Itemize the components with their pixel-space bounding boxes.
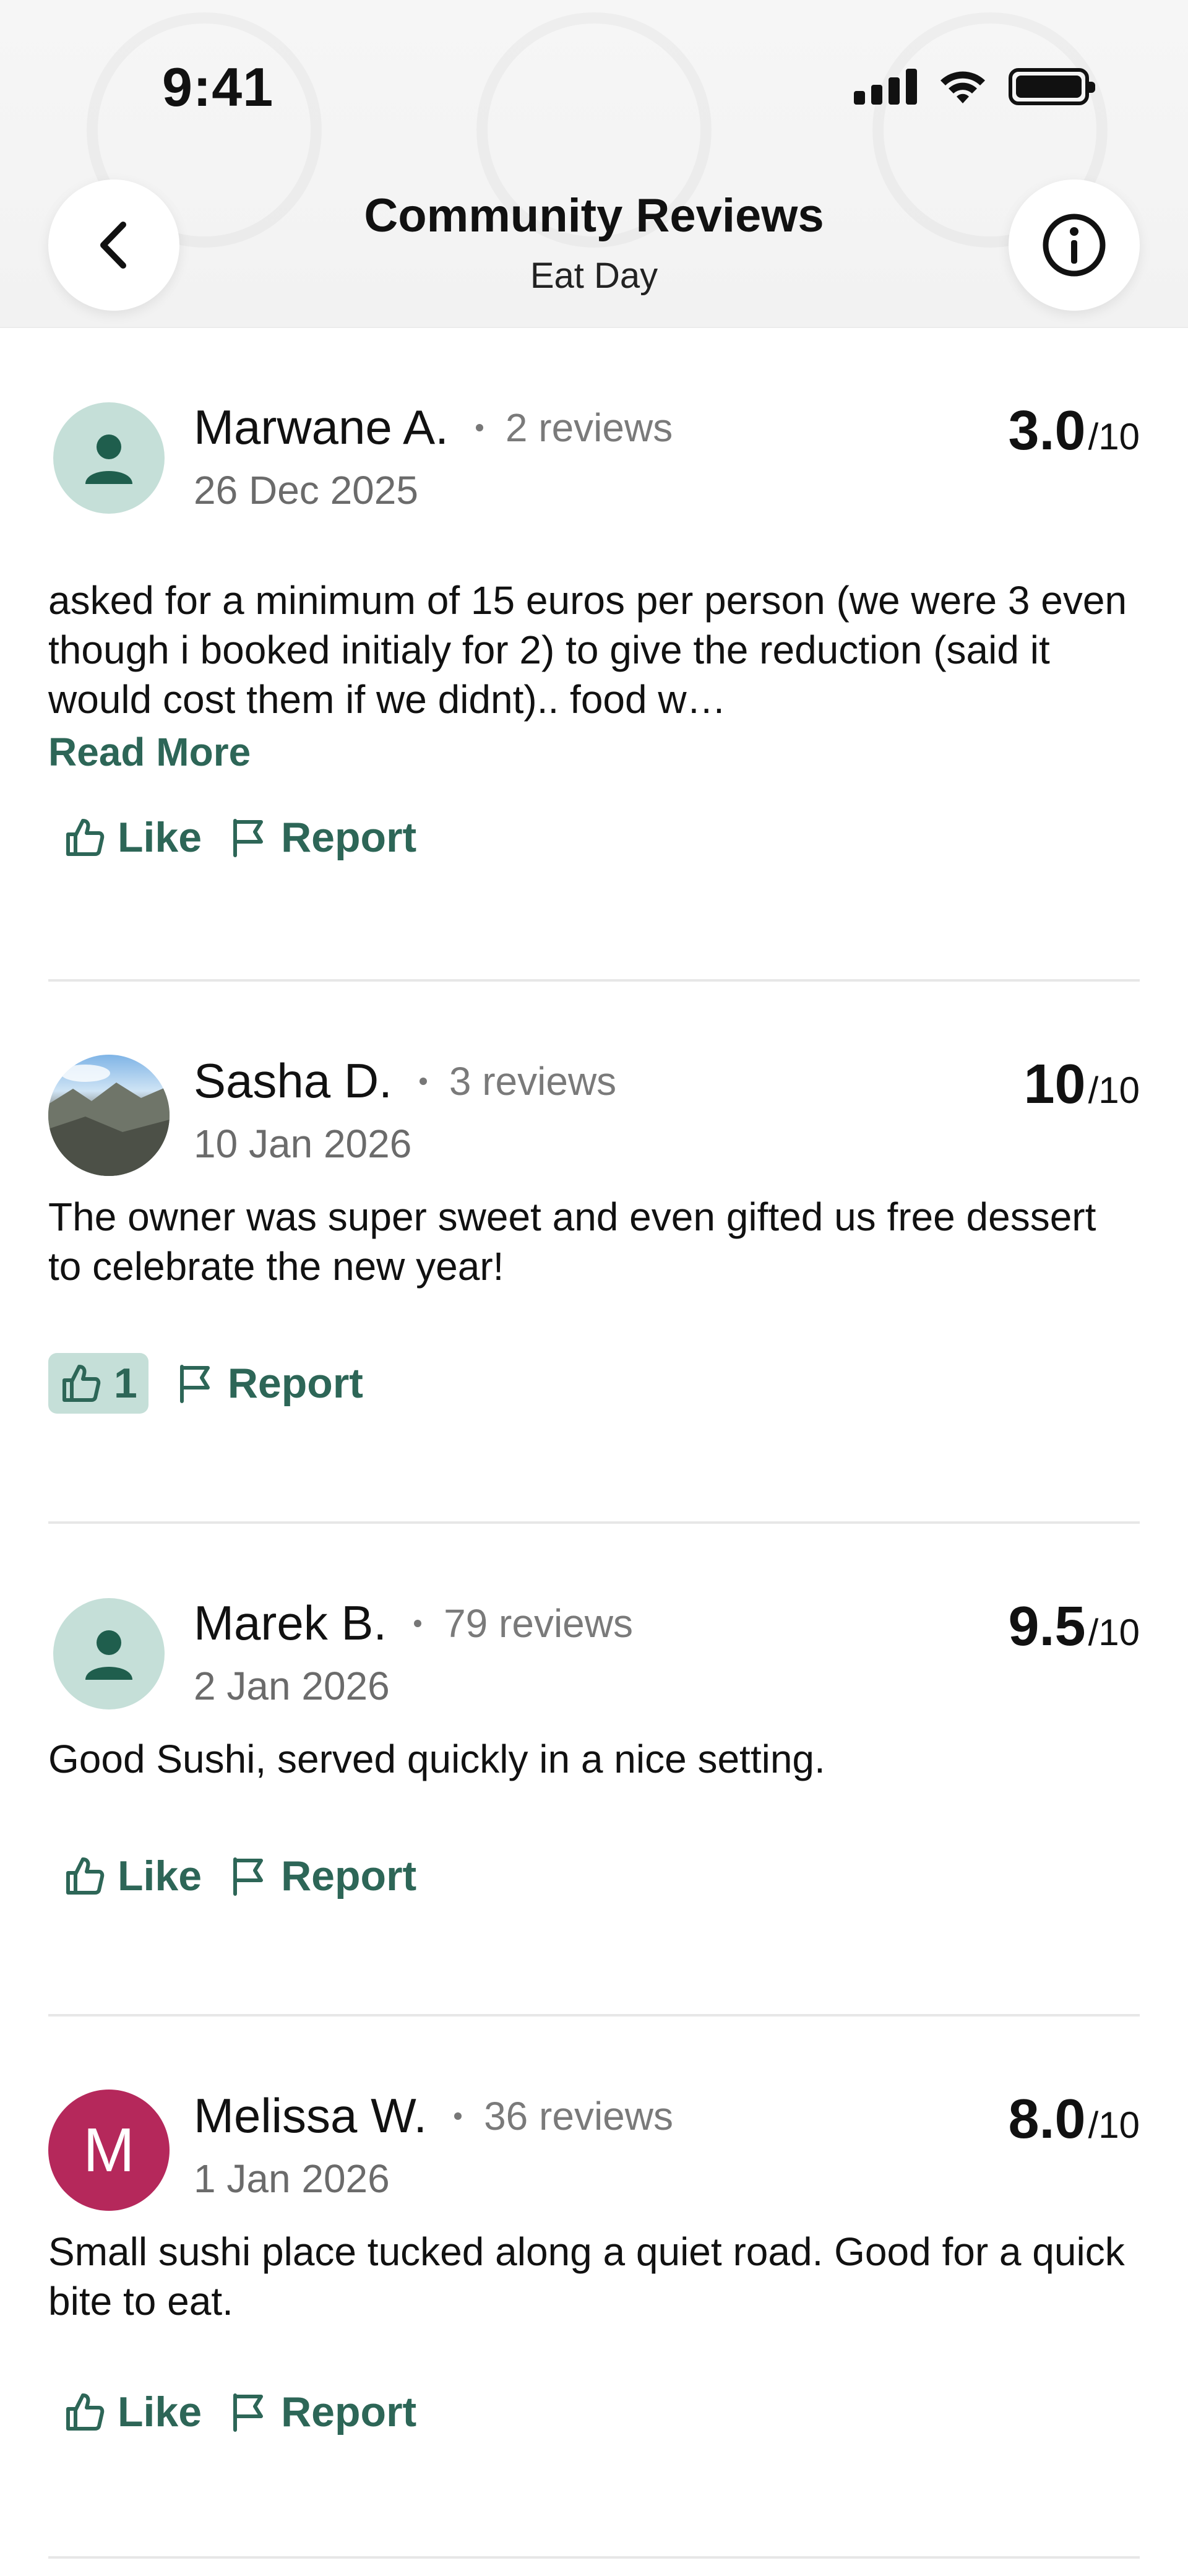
review-score: 3.0 /10 [1008,399,1140,463]
like-label: Like [118,814,202,861]
review-count: 79 reviews [444,1601,633,1646]
review-text: The owner was super sweet and even gifte… [48,1195,1096,1289]
score-value: 9.5 [1008,1596,1086,1658]
flag-icon [179,1365,210,1403]
review-header: M Melissa W. 36 reviews 1 Jan 2026 8.0 /… [48,2016,1140,2211]
report-label: Report [281,2388,417,2436]
battery-icon [1009,68,1095,105]
info-icon [1043,214,1106,277]
separator-dot [414,1619,422,1627]
review-header: Marwane A. 2 reviews 26 Dec 2025 3.0 /10 [48,328,1140,514]
wifi-icon [940,71,985,103]
avatar[interactable] [53,1598,165,1709]
thumbs-up-icon [66,819,105,856]
avatar[interactable] [53,402,165,514]
review-score: 8.0 /10 [1008,2088,1140,2151]
report-label: Report [227,1360,363,1407]
avatar[interactable]: M [48,2090,170,2211]
score-max: /10 [1088,416,1140,457]
review-card: Sasha D. 3 reviews 10 Jan 2026 10 /10 Th… [48,982,1140,1524]
score-max: /10 [1088,1070,1140,1111]
review-count: 3 reviews [449,1058,617,1104]
score-max: /10 [1088,2104,1140,2146]
reviewer-name[interactable]: Marek B. [194,1595,387,1651]
report-button[interactable]: Report [226,2388,416,2436]
review-date: 10 Jan 2026 [194,1122,412,1166]
review-actions: Like Report [63,1852,1140,1900]
read-more-link[interactable]: Read More [48,729,1140,775]
avatar-letter: M [83,2115,135,2185]
like-label: Like [118,1852,202,1900]
thumbs-up-icon [66,1857,105,1895]
review-card: Marwane A. 2 reviews 26 Dec 2025 3.0 /10… [48,328,1140,982]
person-icon [85,1630,132,1680]
review-date: 26 Dec 2025 [194,468,418,512]
review-text: asked for a minimum of 15 euros per pers… [48,578,1127,722]
report-button[interactable]: Report [173,1359,363,1407]
reviewer-row: Melissa W. 36 reviews [194,2088,673,2144]
reviewer-name[interactable]: Marwane A. [194,399,449,456]
review-score: 9.5 /10 [1008,1595,1140,1659]
separator-dot [454,2112,462,2120]
reviewer-name[interactable]: Melissa W. [194,2088,427,2144]
flag-icon [233,819,264,857]
reviews-list: Marwane A. 2 reviews 26 Dec 2025 3.0 /10… [48,328,1140,2559]
status-bar: 9:41 [0,0,1188,124]
separator-dot [475,423,483,431]
review-count: 2 reviews [505,405,673,450]
review-actions: Like Report [63,813,1140,862]
review-card: Marek B. 79 reviews 2 Jan 2026 9.5 /10 G… [48,1524,1140,2016]
flag-icon [233,1857,264,1896]
reviewer-name[interactable]: Sasha D. [194,1053,392,1109]
report-button[interactable]: Report [226,813,416,862]
like-button[interactable]: Like [63,2388,202,2436]
like-button[interactable]: Like [63,813,202,862]
avatar[interactable] [48,1055,170,1176]
avatar-photo [48,1065,170,1176]
thumbs-up-icon [62,1365,101,1402]
like-button[interactable]: Like [63,1852,202,1900]
review-header: Sasha D. 3 reviews 10 Jan 2026 10 /10 [48,982,1140,1176]
reviewer-row: Sasha D. 3 reviews [194,1053,616,1109]
report-label: Report [281,1852,417,1900]
review-score: 10 /10 [1023,1053,1140,1117]
flag-icon [233,2393,264,2432]
status-icons [854,68,1095,105]
like-count: 1 [114,1360,137,1407]
review-count: 36 reviews [484,2093,673,2138]
review-text: Good Sushi, served quickly in a nice set… [48,1737,825,1781]
report-label: Report [281,814,417,861]
score-value: 8.0 [1008,2088,1086,2150]
header-bar: 9:41 Community Reviews Eat Day [0,0,1188,328]
like-label: Like [118,2388,202,2436]
review-card: M Melissa W. 36 reviews 1 Jan 2026 8.0 /… [48,2016,1140,2559]
thumbs-up-icon [66,2393,105,2431]
review-date: 2 Jan 2026 [194,1664,390,1708]
report-button[interactable]: Report [226,1852,416,1900]
status-time: 9:41 [162,56,274,118]
reviewer-row: Marek B. 79 reviews [194,1595,633,1651]
score-value: 10 [1023,1053,1086,1115]
score-value: 3.0 [1008,400,1086,462]
review-actions: Like Report [63,2388,1140,2436]
person-icon [85,434,132,484]
review-actions: 1 Report [48,1353,1140,1414]
like-button-active[interactable]: 1 [48,1353,148,1414]
signal-icon [854,69,917,105]
reviewer-row: Marwane A. 2 reviews [194,399,673,456]
page-subtitle: Eat Day [530,256,658,296]
review-header: Marek B. 79 reviews 2 Jan 2026 9.5 /10 [48,1524,1140,1709]
review-date: 1 Jan 2026 [194,2156,390,2201]
score-max: /10 [1088,1612,1140,1653]
separator-dot [419,1077,427,1085]
info-button[interactable] [1009,179,1140,311]
review-text: Small sushi place tucked along a quiet r… [48,2229,1125,2323]
